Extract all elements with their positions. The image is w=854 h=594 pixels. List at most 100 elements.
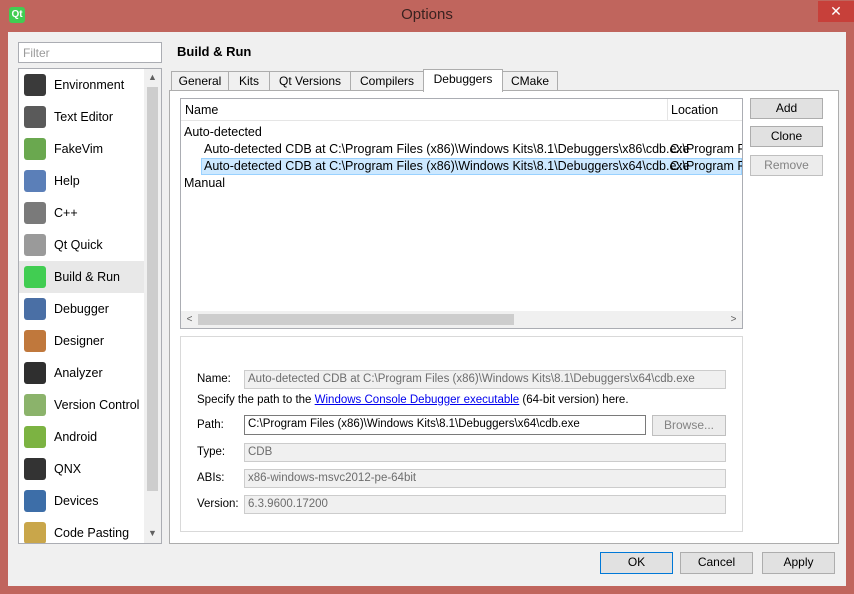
sidebar-item-qnx[interactable]: QNX (19, 453, 145, 485)
horizontal-scroll-thumb[interactable] (198, 314, 514, 325)
scroll-up-arrow-icon[interactable]: ▲ (144, 69, 161, 86)
tree-row-manual[interactable]: Manual (181, 175, 742, 192)
sidebar-item-analyzer[interactable]: Analyzer (19, 357, 145, 389)
android-icon (24, 426, 46, 448)
row-name: Manual (184, 176, 225, 190)
sidebar-item-c[interactable]: C++ (19, 197, 145, 229)
text-editor-icon (24, 106, 46, 128)
row-name: Auto-detected CDB at C:\Program Files (x… (204, 159, 690, 173)
tab-cmake[interactable]: CMake (502, 71, 558, 91)
cdb-help-link[interactable]: Windows Console Debugger executable (315, 394, 520, 406)
abis-field: x86-windows-msvc2012-pe-64bit (244, 469, 726, 488)
sidebar-item-designer[interactable]: Designer (19, 325, 145, 357)
sidebar-item-label: QNX (54, 462, 82, 476)
apply-button[interactable]: Apply (762, 552, 835, 574)
path-label: Path: (197, 419, 224, 431)
sidebar-item-qt-quick[interactable]: Qt Quick (19, 229, 145, 261)
window-title: Options (401, 6, 453, 23)
sidebar-item-label: Devices (54, 494, 99, 508)
fakevim-icon (24, 138, 46, 160)
qt-quick-icon (24, 234, 46, 256)
browse-button[interactable]: Browse... (652, 415, 726, 436)
sidebar-item-devices[interactable]: Devices (19, 485, 145, 517)
sidebar-item-label: Designer (54, 334, 105, 348)
title-bar[interactable]: Qt Options ✕ (0, 0, 854, 32)
build-run-icon (24, 266, 46, 288)
tab-debuggers[interactable]: Debuggers (423, 69, 503, 92)
tree-header: Name Location (181, 99, 742, 121)
abis-label: ABIs: (197, 472, 225, 484)
hint-prefix: Specify the path to the (197, 394, 315, 406)
version-control-icon (24, 394, 46, 416)
sidebar-item-label: Android (54, 430, 98, 444)
debugger-tree: Name Location Auto-detected Auto-detecte… (180, 98, 743, 329)
sidebar-item-label: Version Control (54, 398, 140, 412)
scroll-down-arrow-icon[interactable]: ▼ (144, 525, 161, 542)
dialog-client-area: Filter Environment Text Editor FakeVim Help… (8, 32, 846, 586)
filter-input[interactable]: Filter (18, 42, 162, 63)
row-location: C:\Program F (670, 142, 742, 156)
sidebar-item-code-pasting[interactable]: Code Pasting (19, 517, 145, 543)
hint-suffix: (64-bit version) here. (519, 394, 629, 406)
type-label: Type: (197, 446, 226, 458)
debugger-icon (24, 298, 46, 320)
version-label: Version: (197, 498, 239, 510)
clone-button[interactable]: Clone (750, 126, 823, 147)
sidebar-item-label: FakeVim (54, 142, 104, 156)
sidebar-item-label: Code Pasting (54, 526, 130, 540)
row-name: Auto-detected CDB at C:\Program Files (x… (204, 142, 690, 156)
column-header-location[interactable]: Location (671, 103, 718, 117)
row-name: Auto-detected (184, 125, 262, 139)
tree-row-auto-detected[interactable]: Auto-detected (181, 124, 742, 141)
sidebar-item-label: Qt Quick (54, 238, 103, 252)
sidebar-item-label: Build & Run (54, 270, 121, 284)
type-field: CDB (244, 443, 726, 462)
category-scrollbar[interactable]: ▲ ▼ (144, 69, 161, 543)
name-field: Auto-detected CDB at C:\Program Files (x… (244, 370, 726, 389)
ok-button[interactable]: OK (600, 552, 673, 574)
page-title: Build & Run (177, 44, 252, 59)
path-input[interactable]: C:\Program Files (x86)\Windows Kits\8.1\… (244, 415, 646, 435)
add-button[interactable]: Add (750, 98, 823, 119)
tab-kits[interactable]: Kits (228, 71, 270, 91)
analyzer-icon (24, 362, 46, 384)
sidebar-item-label: Help (54, 174, 80, 188)
devices-icon (24, 490, 46, 512)
tab-compilers[interactable]: Compilers (350, 71, 424, 91)
column-header-name[interactable]: Name (185, 103, 218, 117)
version-field: 6.3.9600.17200 (244, 495, 726, 514)
help-icon (24, 170, 46, 192)
tab-general[interactable]: General (171, 71, 229, 91)
tree-row[interactable]: Auto-detected CDB at C:\Program Files (x… (181, 141, 742, 158)
sidebar-item-debugger[interactable]: Debugger (19, 293, 145, 325)
scroll-left-arrow-icon[interactable]: < (181, 311, 198, 328)
sidebar-item-label: Text Editor (54, 110, 114, 124)
debugger-details: Name: Auto-detected CDB at C:\Program Fi… (180, 336, 743, 532)
sidebar-item-label: Analyzer (54, 366, 103, 380)
row-location: C:\Program F (670, 159, 742, 173)
cancel-button[interactable]: Cancel (680, 552, 753, 574)
sidebar-item-build-run[interactable]: Build & Run (19, 261, 145, 293)
sidebar-item-label: C++ (54, 206, 78, 220)
sidebar-item-version-control[interactable]: Version Control (19, 389, 145, 421)
scroll-right-arrow-icon[interactable]: > (725, 311, 742, 328)
remove-button[interactable]: Remove (750, 155, 823, 176)
sidebar-item-help[interactable]: Help (19, 165, 145, 197)
sidebar-item-text-editor[interactable]: Text Editor (19, 101, 145, 133)
sidebar-item-label: Environment (54, 78, 125, 92)
debuggers-panel: Name Location Auto-detected Auto-detecte… (169, 90, 839, 544)
tree-horizontal-scrollbar[interactable]: < > (181, 311, 742, 328)
scroll-thumb[interactable] (147, 87, 158, 491)
tree-row-selected[interactable]: Auto-detected CDB at C:\Program Files (x… (181, 158, 742, 175)
tab-qt-versions[interactable]: Qt Versions (269, 71, 351, 91)
sidebar-item-environment[interactable]: Environment (19, 69, 145, 101)
close-icon[interactable]: ✕ (818, 1, 854, 22)
qnx-icon (24, 458, 46, 480)
column-separator[interactable] (667, 99, 668, 121)
sidebar-item-fakevim[interactable]: FakeVim (19, 133, 145, 165)
path-hint: Specify the path to the Windows Console … (197, 394, 629, 406)
sidebar-item-android[interactable]: Android (19, 421, 145, 453)
cpp-braces-icon (24, 202, 46, 224)
options-window: Qt Options ✕ Filter Environment Text Edit… (0, 0, 854, 594)
monitor-icon (24, 74, 46, 96)
